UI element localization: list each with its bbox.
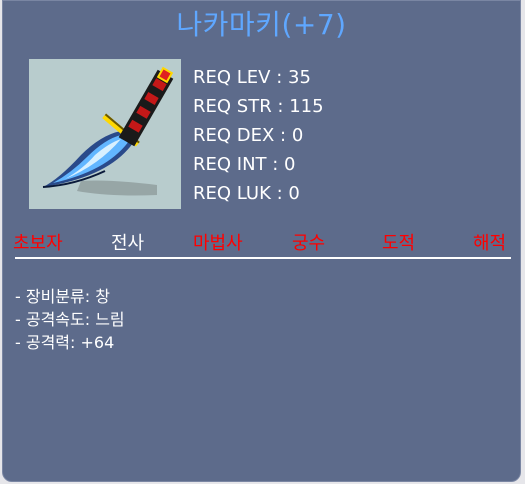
job-beginner: 초보자 <box>13 233 63 254</box>
item-name: 나카마키(+7) <box>176 8 347 41</box>
job-thief: 도적 <box>382 233 416 254</box>
req-int: REQ INT : 0 <box>193 154 296 175</box>
requirements-list: REQ LEV : 35 REQ STR : 115 REQ DEX : 0 R… <box>193 63 324 208</box>
stat-attack-speed: - 공격속도: 느림 <box>15 310 125 329</box>
stats-list: - 장비분류: 창 - 공격속도: 느림 - 공격력: +64 <box>15 285 125 354</box>
item-icon-frame <box>29 59 181 209</box>
req-level: REQ LEV : 35 <box>193 67 311 88</box>
req-dex: REQ DEX : 0 <box>193 125 304 146</box>
job-archer: 궁수 <box>292 233 326 254</box>
req-luk: REQ LUK : 0 <box>193 183 300 204</box>
req-str: REQ STR : 115 <box>193 96 324 117</box>
stat-attack: - 공격력: +64 <box>15 333 115 352</box>
knife-icon <box>42 66 174 196</box>
divider <box>15 257 511 259</box>
stat-category: - 장비분류: 창 <box>15 287 110 306</box>
item-tooltip: 나카마키(+7) REQ LEV : 35 REQ STR : 115 REQ … <box>2 0 521 482</box>
job-pirate: 해적 <box>473 233 507 254</box>
job-list: 초보자 전사 마법사 궁수 도적 해적 <box>3 229 520 255</box>
job-warrior: 전사 <box>111 233 145 254</box>
job-magician: 마법사 <box>193 233 243 254</box>
